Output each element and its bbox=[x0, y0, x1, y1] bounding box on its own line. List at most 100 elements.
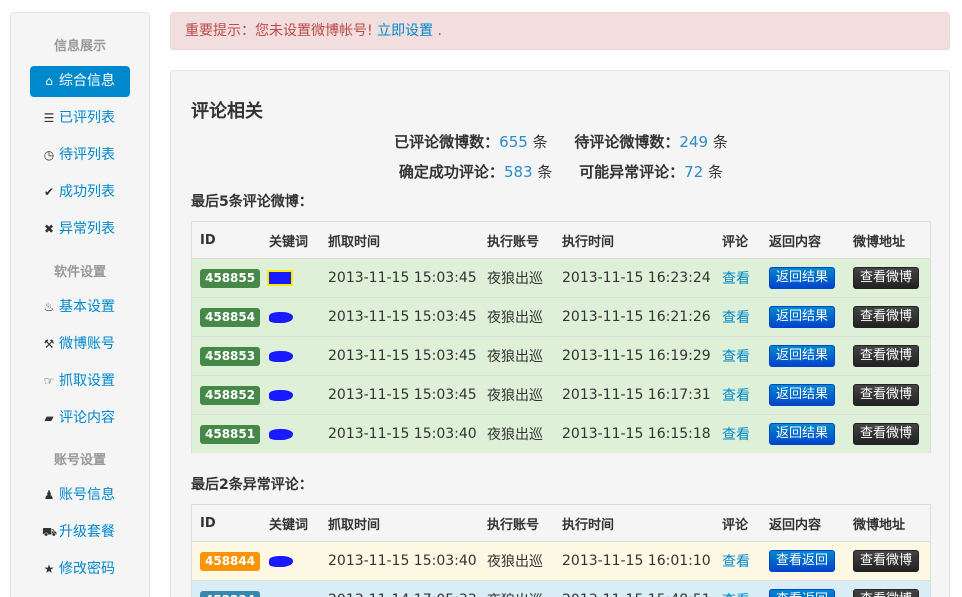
return-result-button[interactable]: 返回结果 bbox=[769, 384, 836, 406]
sidebar-item[interactable]: ⛟ 升级套餐 bbox=[30, 517, 130, 548]
stats-row-1: 已评论微博数：655 条 待评论微博数：249 条 bbox=[171, 131, 951, 152]
sidebar-item-label: 抓取设置 bbox=[59, 373, 115, 389]
sidebar-header: 信息展示 bbox=[53, 39, 106, 54]
sidebar-item[interactable]: ♟ 账号信息 bbox=[30, 480, 130, 511]
pending-label: 待评论微博数： bbox=[574, 133, 680, 151]
commented-count: 655 bbox=[499, 133, 528, 151]
view-weibo-button[interactable]: 查看微博 bbox=[853, 345, 920, 367]
abnormal-count: 72 bbox=[684, 163, 704, 181]
fetch-time: 2013-11-15 15:03:45 bbox=[328, 387, 477, 403]
exec-account: 夜狼出巡 bbox=[487, 388, 543, 404]
sidebar-item-label: 异常列表 bbox=[59, 221, 115, 237]
fetch-time: 2013-11-15 15:03:40 bbox=[328, 553, 477, 569]
abnormal-comments-table: ID 关键词 抓取时间 执行账号 执行时间 评论 返回内容 微博地址 458844 2013-11… bbox=[191, 504, 931, 597]
col-exec-time-header: 执行时间 bbox=[562, 234, 615, 250]
return-result-button[interactable]: 查看返回 bbox=[769, 589, 836, 597]
view-weibo-button[interactable]: 查看微博 bbox=[853, 550, 920, 572]
sidebar-item[interactable]: ♨ 基本设置 bbox=[30, 292, 130, 323]
sidebar-item[interactable]: ✔ 成功列表 bbox=[30, 177, 130, 208]
sidebar-item-label: 已评列表 bbox=[59, 110, 115, 126]
return-result-button[interactable]: 查看返回 bbox=[769, 550, 836, 572]
sidebar-item[interactable]: ▰ 评论内容 bbox=[30, 403, 130, 434]
view-comment-link[interactable]: 查看 bbox=[722, 307, 750, 327]
exec-time: 2013-11-15 16:17:31 bbox=[562, 387, 711, 403]
view-comment-link[interactable]: 查看 bbox=[722, 268, 750, 288]
view-comment-link[interactable]: 查看 bbox=[722, 346, 750, 366]
shopping-cart-icon: ⛟ bbox=[42, 525, 58, 539]
exec-time: 2013-11-15 16:19:29 bbox=[562, 348, 711, 364]
redacted-keyword bbox=[269, 555, 293, 567]
sidebar-item-label: 账号信息 bbox=[59, 487, 115, 503]
section-title: 评论相关 bbox=[191, 101, 263, 122]
pending-count: 249 bbox=[679, 133, 709, 151]
sidebar-item[interactable]: ★ 修改密码 bbox=[30, 554, 130, 585]
view-comment-link[interactable]: 查看 bbox=[722, 385, 750, 405]
exec-account: 夜狼出巡 bbox=[487, 271, 543, 287]
view-comment-link[interactable]: 查看 bbox=[722, 590, 750, 597]
view-weibo-button[interactable]: 查看微博 bbox=[853, 384, 920, 406]
fetch-time: 2013-11-15 15:03:45 bbox=[328, 348, 477, 364]
sidebar-item[interactable]: ✖ 异常列表 bbox=[30, 214, 130, 245]
id-badge: 458854 bbox=[200, 307, 261, 327]
col-weibo-header: 微博地址 bbox=[853, 234, 906, 250]
exec-time: 2013-11-15 16:21:26 bbox=[562, 309, 711, 325]
list-icon: ☰ bbox=[43, 111, 55, 125]
return-result-button[interactable]: 返回结果 bbox=[769, 423, 836, 445]
id-badge: 458844 bbox=[200, 551, 261, 571]
hand-right-icon: ☞ bbox=[43, 374, 55, 388]
sidebar-item[interactable]: ⌂ 综合信息 bbox=[30, 66, 130, 97]
col-keyword-header: 关键词 bbox=[269, 234, 309, 250]
view-weibo-button[interactable]: 查看微博 bbox=[853, 306, 920, 328]
view-weibo-button[interactable]: 查看微博 bbox=[853, 267, 920, 289]
fetch-time: 2013-11-15 15:03:40 bbox=[328, 426, 477, 442]
view-comment-link[interactable]: 查看 bbox=[722, 551, 750, 571]
sidebar-header: 账号设置 bbox=[53, 453, 106, 468]
table-row: 458852 2013-11-15 15:03:45 夜狼出巡 2013-11-15 … bbox=[192, 375, 930, 414]
commented-label: 已评论微博数： bbox=[394, 133, 500, 151]
table-row: 453334 vpn 2013-11-14 17:05:33 夜狼出巡 2013-11-… bbox=[192, 580, 930, 597]
clock-icon: ◷ bbox=[43, 148, 55, 162]
col-exec-time-header: 执行时间 bbox=[562, 517, 615, 533]
view-weibo-button[interactable]: 查看微博 bbox=[853, 423, 920, 445]
exec-time: 2013-11-15 16:15:18 bbox=[562, 426, 711, 442]
wrench-icon: ⚒ bbox=[43, 337, 55, 351]
sidebar-item-label: 评论内容 bbox=[59, 410, 115, 426]
sidebar: 信息展示 ⌂ 综合信息 ☰ 已评列表 ◷ 待评列表 ✔ 成功列表 ✖ 异常列表软件设置 ♨ 基本设置 ⚒ 微… bbox=[10, 12, 150, 597]
alert-suffix: . bbox=[437, 23, 442, 39]
col-fetch-time-header: 抓取时间 bbox=[328, 234, 381, 250]
star-icon: ★ bbox=[43, 562, 55, 576]
unit-label: 条 bbox=[537, 163, 553, 181]
view-comment-link[interactable]: 查看 bbox=[722, 424, 750, 444]
sidebar-item[interactable]: ◷ 待评列表 bbox=[30, 140, 130, 171]
recent-comments-title: 最后5条评论微博： bbox=[191, 194, 313, 210]
alert-prefix: 重要提示： bbox=[185, 23, 255, 39]
sidebar-item[interactable]: ⚒ 微博账号 bbox=[30, 329, 130, 360]
redacted-keyword bbox=[269, 389, 293, 401]
return-result-button[interactable]: 返回结果 bbox=[769, 345, 836, 367]
sidebar-item[interactable]: ☞ 抓取设置 bbox=[30, 366, 130, 397]
alert-exclaim: ! bbox=[367, 23, 373, 39]
fetch-time: 2013-11-15 15:03:45 bbox=[328, 270, 477, 286]
sidebar-item[interactable]: ☰ 已评列表 bbox=[30, 103, 130, 134]
col-account-header: 执行账号 bbox=[487, 234, 540, 250]
col-id-header: ID bbox=[200, 515, 216, 531]
view-weibo-button[interactable]: 查看微博 bbox=[853, 589, 920, 597]
return-result-button[interactable]: 返回结果 bbox=[769, 267, 836, 289]
redacted-keyword bbox=[269, 350, 293, 362]
remove-icon: ✖ bbox=[43, 222, 55, 236]
success-label: 确定成功评论： bbox=[398, 163, 504, 181]
setup-now-link[interactable]: 立即设置 bbox=[377, 23, 433, 39]
sidebar-item-label: 待评列表 bbox=[59, 147, 115, 163]
return-result-button[interactable]: 返回结果 bbox=[769, 306, 836, 328]
col-weibo-header: 微博地址 bbox=[853, 517, 906, 533]
abnormal-label: 可能异常评论： bbox=[579, 163, 685, 181]
unit-label: 条 bbox=[712, 133, 728, 151]
fire-icon: ♨ bbox=[43, 300, 55, 314]
col-keyword-header: 关键词 bbox=[269, 517, 309, 533]
fetch-time: 2013-11-15 15:03:45 bbox=[328, 309, 477, 325]
id-badge: 458851 bbox=[200, 424, 261, 444]
sidebar-header: 软件设置 bbox=[53, 265, 106, 280]
col-id-header: ID bbox=[200, 232, 216, 248]
exec-account: 夜狼出巡 bbox=[487, 590, 543, 597]
id-badge: 458852 bbox=[200, 385, 261, 405]
